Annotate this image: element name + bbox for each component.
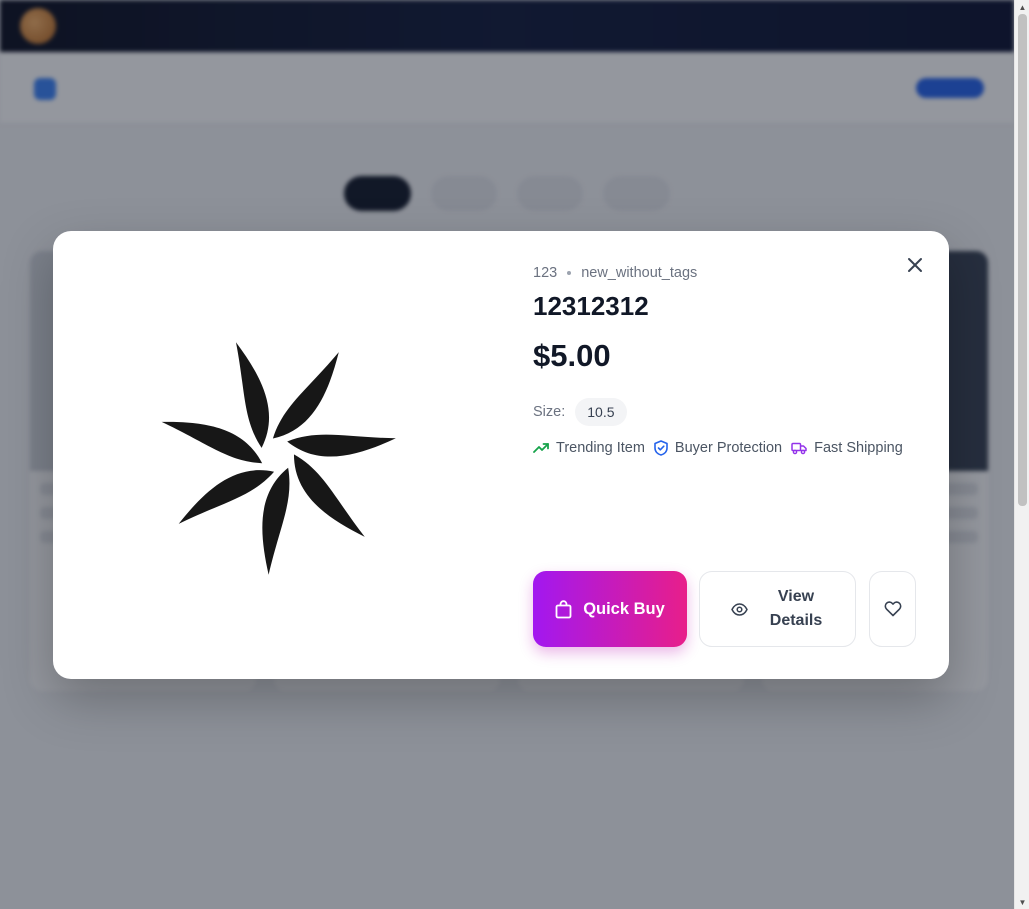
close-button[interactable] xyxy=(899,249,931,281)
scroll-up-arrow-icon[interactable]: ▲ xyxy=(1015,0,1029,14)
eye-icon xyxy=(731,602,748,616)
trending-up-icon xyxy=(533,443,549,453)
scroll-down-arrow-icon[interactable]: ▼ xyxy=(1015,895,1029,909)
size-row: Size: 10.5 xyxy=(533,398,627,426)
shopping-bag-icon xyxy=(555,599,572,618)
view-details-label: View Details xyxy=(769,588,823,629)
feature-label: Trending Item xyxy=(556,440,645,456)
modal-actions: Quick Buy View Details xyxy=(533,571,916,647)
feature-label: Buyer Protection xyxy=(674,440,783,456)
product-brand: 123 xyxy=(533,265,558,281)
truck-icon xyxy=(791,442,807,455)
shield-check-icon xyxy=(654,440,668,456)
pinwheel-logo-icon xyxy=(161,342,396,575)
wishlist-button[interactable] xyxy=(869,571,916,647)
close-icon xyxy=(908,258,922,272)
quick-buy-button[interactable]: Quick Buy xyxy=(533,571,687,647)
product-title: 12312312 xyxy=(533,291,649,321)
view-details-button[interactable]: View Details xyxy=(699,571,856,647)
feature-list: Trending Item Buyer Protection Fast Ship… xyxy=(533,440,912,456)
product-condition: new_without_tags xyxy=(581,265,698,281)
product-image xyxy=(53,231,501,679)
quick-view-modal: 123 new_without_tags 12312312 $5.00 Size… xyxy=(53,231,949,679)
heart-icon xyxy=(884,601,901,617)
meta-separator-dot xyxy=(567,271,572,275)
quick-buy-label: Quick Buy xyxy=(583,599,665,618)
page-scrollbar[interactable]: ▲ ▼ xyxy=(1014,0,1029,909)
product-price: $5.00 xyxy=(533,338,611,373)
size-label: Size: xyxy=(533,404,566,420)
product-meta: 123 new_without_tags xyxy=(533,265,697,281)
feature-fast-shipping: Fast Shipping xyxy=(791,440,903,456)
scroll-thumb[interactable] xyxy=(1018,14,1027,506)
feature-label: Fast Shipping xyxy=(814,440,903,456)
feature-buyer-protection: Buyer Protection xyxy=(654,440,782,456)
feature-trending: Trending Item xyxy=(533,440,645,456)
size-badge: 10.5 xyxy=(575,398,627,426)
